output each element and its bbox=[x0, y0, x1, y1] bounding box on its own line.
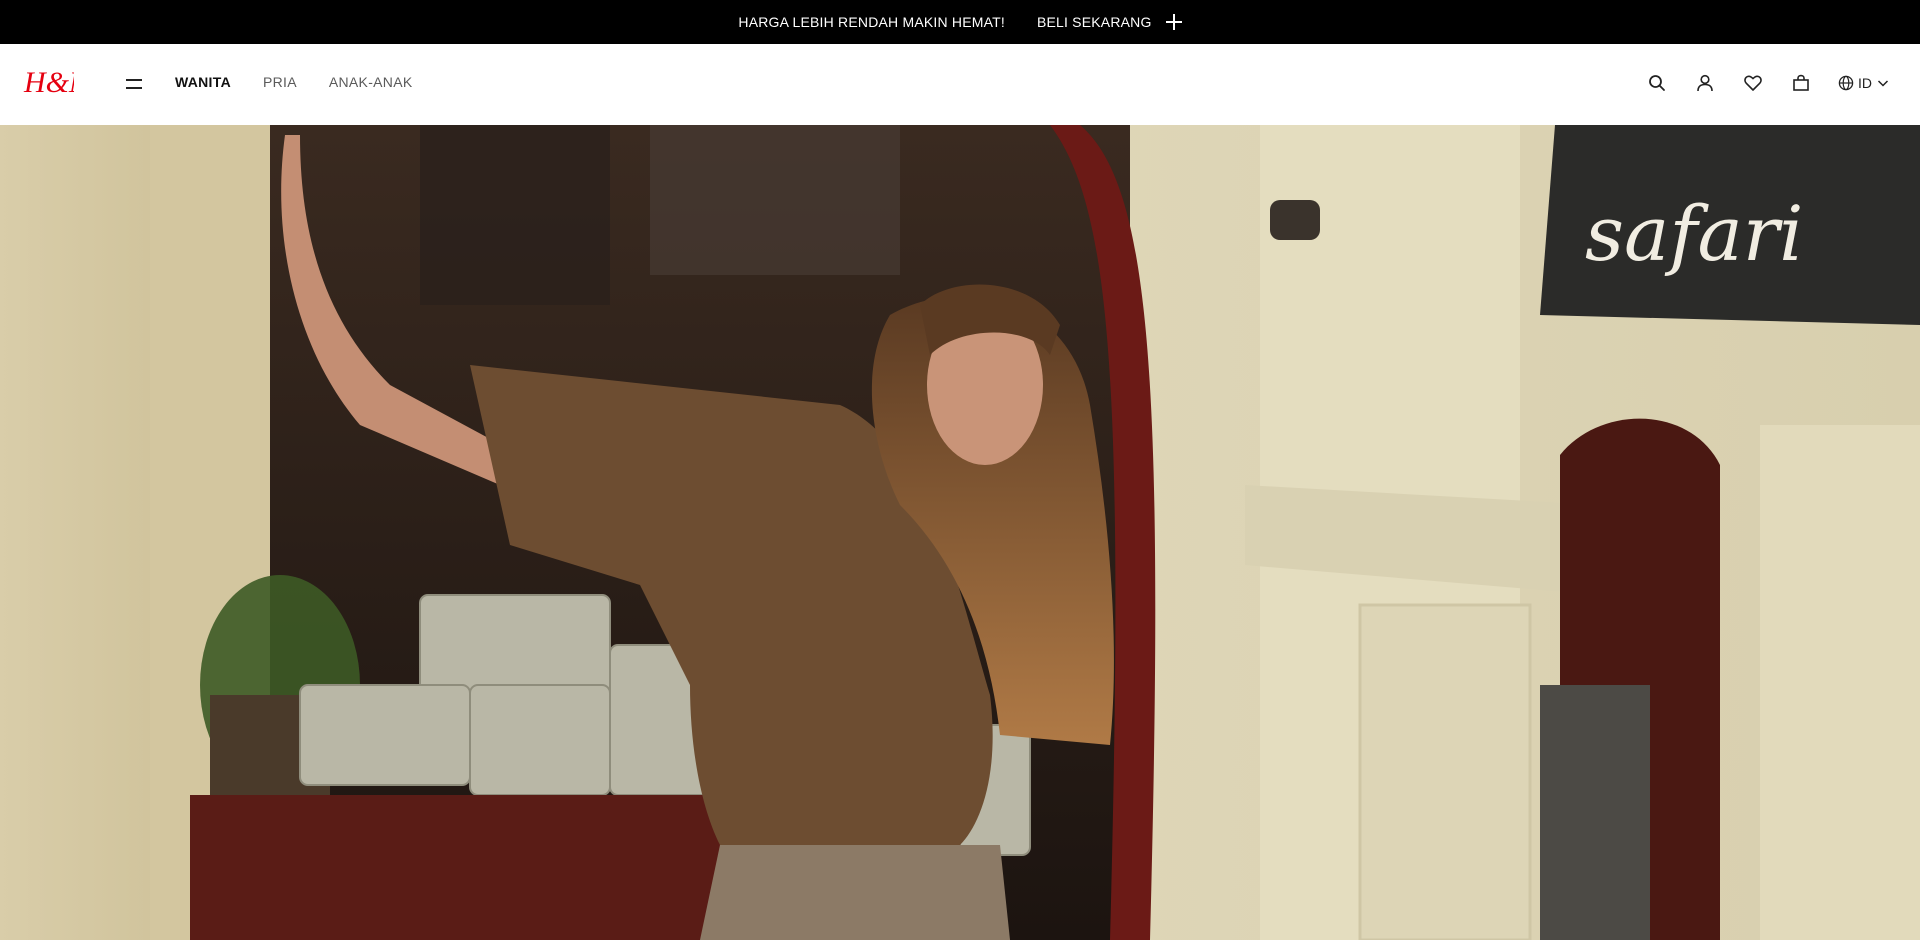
main-nav: WANITA PRIA ANAK-ANAK bbox=[175, 74, 413, 90]
bag-icon[interactable] bbox=[1790, 72, 1812, 94]
header-tools: ID bbox=[1646, 72, 1890, 94]
heart-icon[interactable] bbox=[1742, 72, 1764, 94]
promo-cta-label: BELI SEKARANG bbox=[1036, 14, 1152, 30]
promo-message: HARGA LEBIH RENDAH MAKIN HEMAT! bbox=[738, 14, 1005, 30]
site-header: H&M WANITA PRIA ANAK-ANAK ID bbox=[0, 44, 1920, 125]
promo-bar: HARGA LEBIH RENDAH MAKIN HEMAT! BELI SEK… bbox=[0, 0, 1920, 44]
logo-text: H&M bbox=[23, 66, 74, 99]
hero-banner[interactable]: safari bbox=[0, 125, 1920, 940]
hero-sign-text: safari bbox=[1585, 189, 1803, 278]
search-icon[interactable] bbox=[1646, 72, 1668, 94]
menu-icon[interactable] bbox=[126, 76, 142, 92]
hm-logo[interactable]: H&M bbox=[22, 64, 74, 100]
hero-image: safari bbox=[0, 125, 1920, 940]
promo-cta-button[interactable]: BELI SEKARANG bbox=[1037, 14, 1182, 30]
account-icon[interactable] bbox=[1694, 72, 1716, 94]
plus-icon[interactable] bbox=[1165, 14, 1182, 30]
nav-item-anak-anak[interactable]: ANAK-ANAK bbox=[329, 74, 413, 90]
globe-icon bbox=[1838, 75, 1854, 91]
locale-selector[interactable]: ID bbox=[1838, 75, 1890, 91]
nav-item-pria[interactable]: PRIA bbox=[263, 74, 297, 90]
nav-item-wanita[interactable]: WANITA bbox=[175, 74, 231, 90]
chevron-down-icon bbox=[1877, 80, 1889, 87]
locale-label: ID bbox=[1858, 75, 1872, 91]
